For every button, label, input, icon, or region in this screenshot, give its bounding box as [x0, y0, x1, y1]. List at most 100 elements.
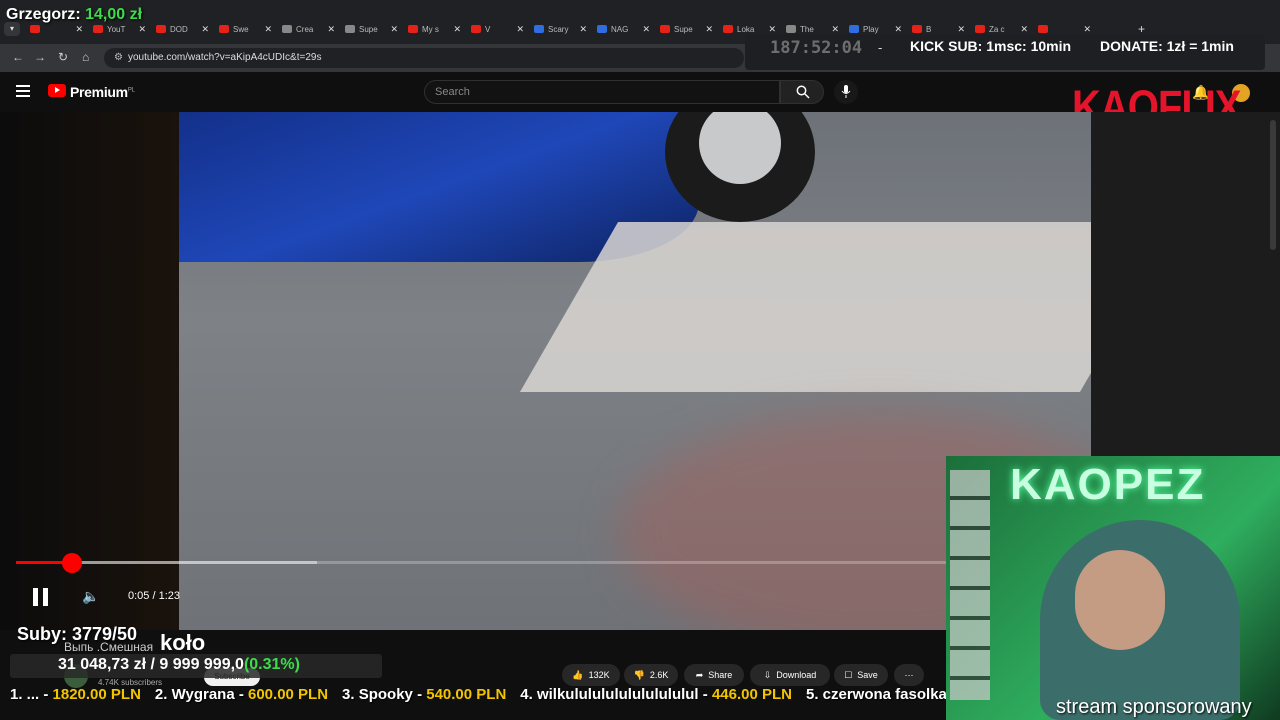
browser-tab[interactable]: V ✕ — [467, 20, 530, 38]
tab-close-icon[interactable]: ✕ — [390, 24, 398, 35]
ticker-item: 4. wilkulululululululululul - 446.00 PLN — [520, 686, 792, 703]
tab-close-icon[interactable]: ✕ — [138, 24, 146, 35]
page-scrollbar[interactable] — [1270, 120, 1276, 250]
tab-close-icon[interactable]: ✕ — [516, 24, 524, 35]
secondary-column — [1091, 112, 1280, 456]
scrubber-handle[interactable] — [61, 553, 82, 573]
tab-favicon-icon — [471, 25, 481, 33]
download-icon: ⇩ — [763, 669, 772, 680]
tab-close-icon[interactable]: ✕ — [453, 24, 461, 35]
tab-close-icon[interactable]: ✕ — [894, 24, 902, 35]
tab-label: My s — [422, 24, 439, 34]
tab-close-icon[interactable]: ✕ — [1083, 24, 1091, 35]
ticker-donor: 1. ... - — [10, 686, 53, 703]
ticker-donor: 5. czerwona fasolka - — [805, 686, 961, 703]
back-icon[interactable]: ← — [12, 50, 24, 64]
tab-favicon-icon — [660, 25, 670, 33]
ticker-donor: 4. wilkulululululululululul - — [520, 686, 712, 703]
kick-sub-info: KICK SUB: 1msc: 10min — [910, 38, 1072, 54]
tab-label: Crea — [296, 24, 314, 34]
browser-tab[interactable]: Crea ✕ — [278, 20, 341, 38]
search-input[interactable]: Search — [424, 80, 780, 104]
download-button[interactable]: ⇩ Download — [750, 664, 830, 686]
tab-favicon-icon — [723, 25, 733, 33]
microphone-icon — [841, 85, 851, 98]
ambient-glow-left — [0, 112, 179, 630]
neon-sign: KAOPEZ — [1010, 460, 1206, 509]
tab-close-icon[interactable]: ✕ — [579, 24, 587, 35]
tab-label: B — [926, 24, 932, 34]
progress-bar[interactable] — [16, 561, 946, 564]
volume-icon[interactable]: 🔈 — [82, 588, 99, 605]
save-button[interactable]: ☐ Save — [834, 664, 888, 686]
tab-close-icon[interactable]: ✕ — [264, 24, 272, 35]
ticker-donor: 3. Spooky - — [342, 686, 427, 703]
overlay-separator: - — [878, 40, 883, 55]
tab-label: Za c — [989, 24, 1005, 34]
search-button[interactable] — [780, 80, 824, 104]
tab-close-icon[interactable]: ✕ — [327, 24, 335, 35]
browser-tab[interactable]: NAG ✕ — [593, 20, 656, 38]
more-actions-button[interactable]: ⋯ — [894, 664, 924, 686]
browser-tab[interactable]: Swe ✕ — [215, 20, 278, 38]
tab-label: YouT — [107, 24, 126, 34]
wall-photos — [950, 470, 990, 700]
tab-close-icon[interactable]: ✕ — [1020, 24, 1028, 35]
voice-search-button[interactable] — [834, 80, 858, 104]
thumbs-down-icon: 👎 — [633, 669, 645, 680]
browser-tab[interactable]: Scary ✕ — [530, 20, 593, 38]
sponsored-label: stream sponsorowany — [1056, 696, 1252, 718]
pause-icon[interactable] — [33, 588, 49, 606]
like-button[interactable]: 👍 132K — [562, 664, 620, 686]
browser-tab[interactable]: DOD ✕ — [152, 20, 215, 38]
time-display: 0:05 / 1:23 — [128, 590, 180, 602]
reload-icon[interactable]: ↻ — [58, 50, 68, 64]
tab-label: V — [485, 24, 491, 34]
home-icon[interactable]: ⌂ — [82, 50, 89, 64]
browser-tab[interactable]: Supe ✕ — [656, 20, 719, 38]
tab-favicon-icon — [30, 25, 40, 33]
forward-icon[interactable]: → — [34, 50, 46, 64]
browser-tab[interactable]: My s ✕ — [404, 20, 467, 38]
video-title-overlay: koło — [160, 630, 206, 655]
tab-favicon-icon — [975, 25, 985, 33]
ticker-donor: 2. Wygrana - — [154, 686, 248, 703]
ticker-amount: 446.00 PLN — [711, 686, 792, 703]
goal-percent: (0.31%) — [243, 656, 300, 673]
tab-label: Supe — [359, 24, 378, 34]
tab-close-icon[interactable]: ✕ — [831, 24, 839, 35]
tab-favicon-icon — [408, 25, 418, 33]
tab-favicon-icon — [93, 25, 103, 33]
tab-close-icon[interactable]: ✕ — [75, 24, 83, 35]
tab-favicon-icon — [345, 25, 355, 33]
share-button[interactable]: ➦ Share — [684, 664, 744, 686]
ticker-item: 2. Wygrana - 600.00 PLN — [155, 686, 328, 703]
goal-target: / 9 999 999,0 — [150, 656, 244, 673]
browser-tab[interactable]: Supe ✕ — [341, 20, 404, 38]
tab-label: Play — [863, 24, 879, 34]
donor-amount: 14,00 zł — [85, 6, 143, 23]
tab-close-icon[interactable]: ✕ — [642, 24, 650, 35]
bookmark-icon: ☐ — [844, 669, 853, 680]
ticker-amount: 1820.00 PLN — [52, 686, 141, 703]
dislike-button[interactable]: 👎 2.6K — [624, 664, 678, 686]
tab-close-icon[interactable]: ✕ — [957, 24, 965, 35]
youtube-logo-icon[interactable] — [48, 84, 66, 97]
tab-favicon-icon — [912, 25, 922, 33]
tab-close-icon[interactable]: ✕ — [201, 24, 209, 35]
tab-close-icon[interactable]: ✕ — [705, 24, 713, 35]
ticker-item: 3. Spooky - 540.00 PLN — [342, 686, 506, 703]
youtube-premium-logo[interactable]: PremiumPL — [70, 84, 135, 100]
search-icon — [796, 85, 810, 99]
tab-search-dropdown[interactable]: ▾ — [4, 22, 20, 36]
tab-label: Loka — [737, 24, 755, 34]
tab-label: DOD — [170, 24, 188, 34]
tab-close-icon[interactable]: ✕ — [768, 24, 776, 35]
share-icon: ➦ — [695, 669, 704, 680]
menu-icon[interactable] — [16, 85, 30, 100]
donation-goal: 31 048,73 zł / 9 999 999,0(0.31%) — [58, 656, 300, 674]
url-text[interactable]: youtube.com/watch?v=aKipA4cUDIc&t=29s — [128, 52, 321, 63]
site-info-icon[interactable]: ⚙ — [114, 52, 123, 63]
omnibox[interactable]: ⚙ youtube.com/watch?v=aKipA4cUDIc&t=29s — [104, 48, 744, 68]
tab-label: The — [800, 24, 814, 34]
